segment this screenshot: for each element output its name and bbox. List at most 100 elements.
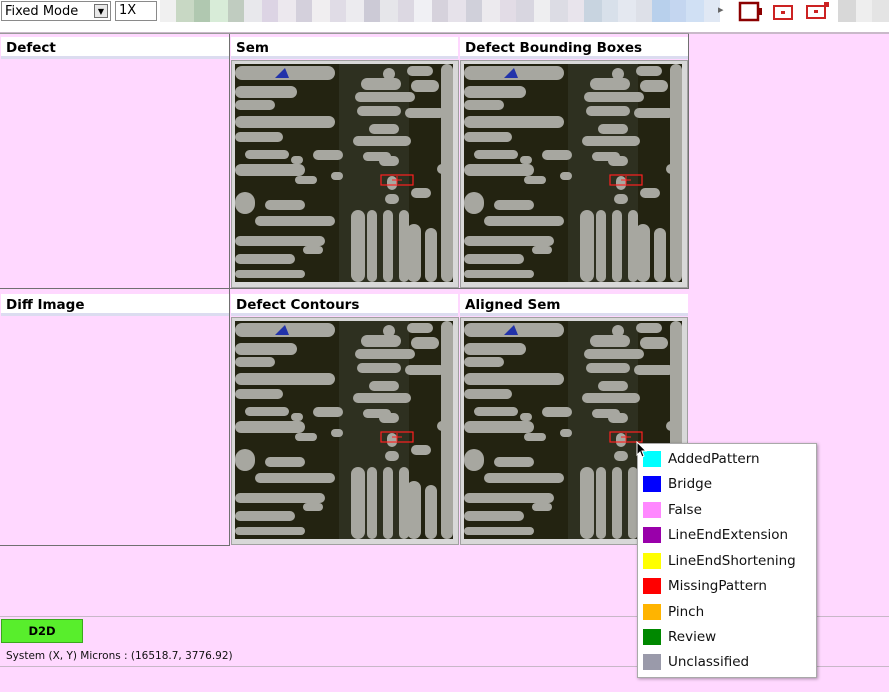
sem-feature (383, 210, 393, 282)
menu-item-unclassified[interactable]: Unclassified (642, 651, 812, 673)
menu-item-bridge[interactable]: Bridge (642, 473, 812, 495)
menu-item-line-end-extension[interactable]: LineEndExtension (642, 524, 812, 546)
sem-feature (303, 246, 323, 254)
sem-feature (437, 164, 453, 174)
menu-item-line-end-shortening[interactable]: LineEndShortening (642, 550, 812, 572)
sem-feature (584, 92, 644, 102)
zoom-input[interactable]: 1X (115, 1, 157, 21)
grid-line (688, 34, 689, 288)
sem-feature (235, 421, 305, 433)
menu-item-missing-pattern[interactable]: MissingPattern (642, 575, 812, 597)
sem-feature (265, 457, 305, 467)
sem-feature (666, 164, 682, 174)
color-swatch (643, 502, 661, 518)
sem-feature (351, 467, 365, 539)
sem-feature (494, 200, 534, 210)
mode-select[interactable]: Fixed Mode ▼ (1, 1, 111, 21)
sem-feature (357, 106, 401, 116)
sem-feature (666, 421, 682, 431)
sem-feature (407, 224, 421, 282)
sem-feature (235, 236, 325, 246)
sem-feature (582, 136, 640, 146)
sem-feature (464, 164, 534, 176)
sem-feature (235, 373, 335, 385)
sem-feature (464, 254, 524, 264)
sem-feature (586, 106, 630, 116)
sem-feature (612, 210, 622, 282)
panel-defect-bounding-boxes: Defect Bounding Boxes (460, 37, 688, 288)
bounding-box-move-icon[interactable] (802, 0, 832, 26)
sem-feature (407, 66, 433, 76)
sem-feature (520, 156, 532, 164)
sem-feature (636, 224, 650, 282)
sem-feature (586, 363, 630, 373)
sem-feature (464, 449, 484, 471)
panel-title: Defect (1, 37, 229, 59)
sem-feature (235, 270, 305, 278)
sem-feature (235, 254, 295, 264)
sem-feature (351, 210, 365, 282)
mode-select-value: Fixed Mode (5, 4, 79, 19)
panel-sem: Sem (231, 37, 459, 288)
panel-defect-contours: Defect Contours (231, 294, 459, 545)
sem-feature (612, 467, 622, 539)
sem-pattern (235, 64, 453, 282)
sem-feature (590, 78, 630, 90)
sem-feature (636, 323, 662, 333)
menu-item-pinch[interactable]: Pinch (642, 601, 812, 623)
panel-title: Defect Bounding Boxes (460, 37, 688, 59)
sem-image[interactable] (464, 64, 682, 282)
chevron-down-icon[interactable]: ▼ (94, 4, 108, 18)
sem-feature (640, 80, 668, 92)
sem-feature (464, 357, 504, 367)
d2d-button[interactable]: D2D (1, 619, 83, 643)
sem-feature (331, 172, 343, 180)
sem-feature (387, 433, 397, 447)
sem-feature (580, 210, 594, 282)
color-swatch (643, 629, 661, 645)
sem-image[interactable] (235, 321, 453, 539)
menu-item-review[interactable]: Review (642, 626, 812, 648)
sem-feature (494, 457, 534, 467)
sem-feature (411, 80, 439, 92)
menu-item-false[interactable]: False (642, 499, 812, 521)
menu-item-added-pattern[interactable]: AddedPattern (642, 448, 812, 470)
sem-feature (590, 335, 630, 347)
sem-feature (387, 176, 397, 190)
sem-feature (616, 176, 626, 190)
panel-diff-image: Diff Image (1, 294, 229, 544)
sem-feature (295, 176, 317, 184)
sem-pattern (235, 321, 453, 539)
sem-feature (411, 445, 431, 455)
sem-feature (411, 337, 439, 349)
sem-feature (634, 108, 674, 118)
sem-feature (235, 389, 283, 399)
sem-feature (464, 86, 526, 98)
bounding-box-icon[interactable] (768, 0, 798, 26)
chevron-right-icon: ▸ (718, 3, 724, 16)
sem-feature (464, 493, 554, 503)
sem-feature (584, 349, 644, 359)
sem-feature (295, 433, 317, 441)
sem-feature (560, 429, 572, 437)
sem-feature (484, 473, 564, 483)
sem-feature (235, 527, 305, 535)
sem-feature (235, 511, 295, 521)
color-swatch (643, 553, 661, 569)
panel-title: Aligned Sem (460, 294, 688, 316)
sem-feature (405, 108, 445, 118)
defect-window-icon[interactable] (736, 0, 766, 26)
sem-feature (379, 413, 399, 423)
sem-feature (608, 413, 628, 423)
sem-feature (255, 216, 335, 226)
sem-feature (235, 493, 325, 503)
status-coordinates: System (X, Y) Microns : (16518.7, 3776.9… (6, 650, 233, 662)
color-swatch (643, 527, 661, 543)
sem-feature (425, 485, 437, 539)
sem-feature (582, 393, 640, 403)
sem-feature (353, 136, 411, 146)
sem-image[interactable] (235, 64, 453, 282)
sem-feature (379, 156, 399, 166)
sem-feature (235, 100, 275, 110)
color-swatch (643, 604, 661, 620)
